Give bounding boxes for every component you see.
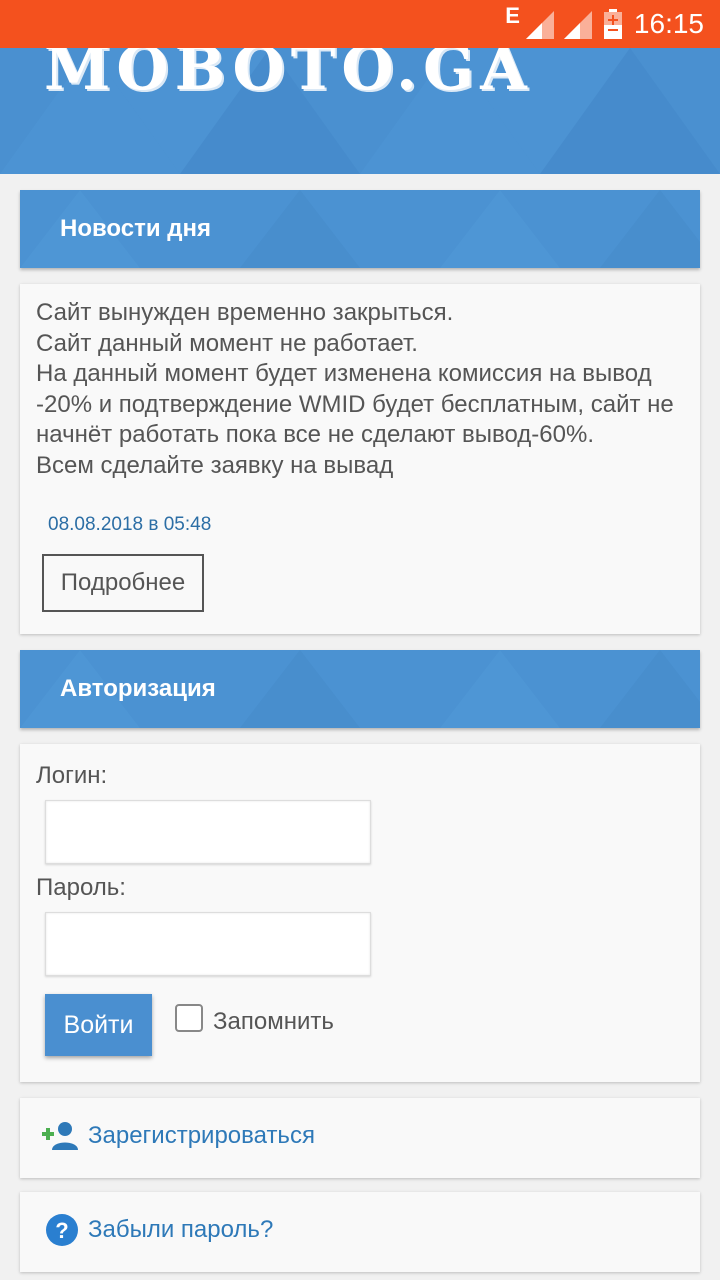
network-type: E — [505, 3, 520, 28]
password-input[interactable] — [45, 912, 371, 976]
add-user-icon — [42, 1122, 78, 1150]
battery-charging-icon — [603, 9, 622, 39]
register-link[interactable]: Зарегистрироваться — [20, 1098, 700, 1174]
news-title: Новости дня — [60, 215, 212, 242]
register-card[interactable]: Зарегистрироваться — [20, 1098, 700, 1178]
news-line: Сайт данный момент не работает. — [36, 329, 418, 357]
news-line: Всем сделайте заявку на вывад — [36, 451, 394, 479]
signal-icon-2 — [563, 11, 592, 39]
register-label[interactable]: Зарегистрироваться — [88, 1122, 315, 1150]
signal-icon — [525, 11, 554, 39]
login-input[interactable] — [45, 800, 371, 864]
status-bar: E 16:15 — [0, 0, 720, 48]
site-logo[interactable]: MOBOTO.GA — [44, 48, 533, 104]
login-form: Логин: Пароль: Войти Запомнить — [20, 744, 700, 1082]
remember-label[interactable]: Запомнить — [213, 1008, 334, 1036]
login-label: Логин: — [36, 762, 108, 789]
news-date: 08.08.2018 в 05:48 — [48, 514, 212, 535]
forgot-password-link[interactable]: ? Забыли пароль? — [20, 1192, 700, 1268]
forgot-password-label[interactable]: Забыли пароль? — [88, 1216, 273, 1244]
news-line: Сайт вынужден временно закрыться. — [36, 299, 454, 326]
news-line: На данный момент будет изменена комиссия… — [36, 360, 674, 448]
auth-panel-header: Авторизация — [20, 650, 700, 728]
news-card: Сайт вынужден временно закрыться. Сайт д… — [20, 284, 700, 634]
more-button[interactable]: Подробнее — [42, 554, 204, 612]
site-header: MOBOTO.GA — [0, 48, 720, 174]
auth-title: Авторизация — [60, 675, 216, 702]
clock: 16:15 — [633, 8, 704, 39]
svg-text:?: ? — [55, 1218, 68, 1243]
remember-checkbox[interactable] — [175, 1004, 203, 1032]
forgot-card[interactable]: ? Забыли пароль? — [20, 1192, 700, 1272]
login-button[interactable]: Войти — [45, 994, 152, 1056]
password-label: Пароль: — [36, 874, 126, 901]
news-panel-header: Новости дня — [20, 190, 700, 268]
help-icon: ? — [46, 1214, 78, 1246]
news-text: Сайт вынужден временно закрыться. Сайт д… — [36, 298, 676, 481]
